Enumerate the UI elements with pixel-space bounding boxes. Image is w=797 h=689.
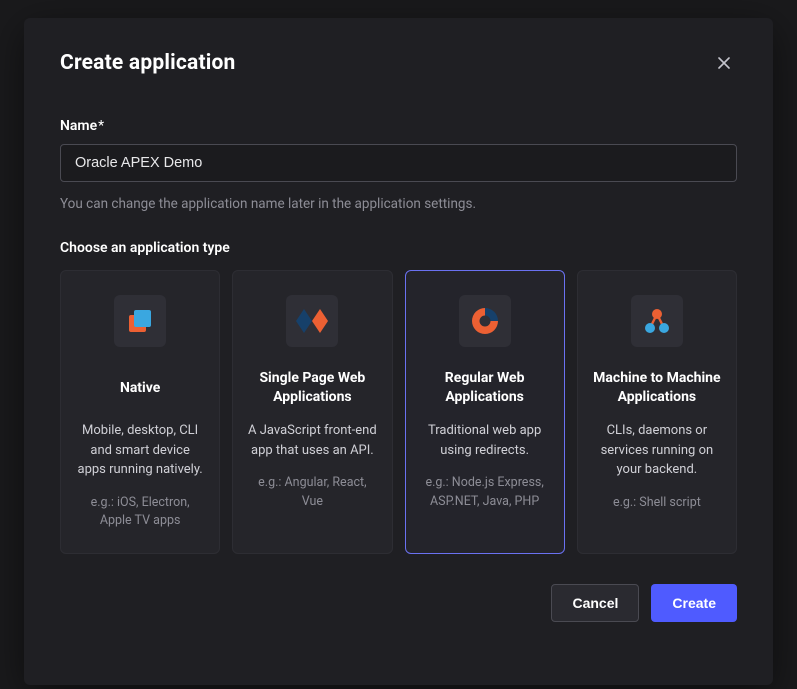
- app-type-cards: Native Mobile, desktop, CLI and smart de…: [60, 270, 737, 554]
- card-desc: A JavaScript front-end app that uses an …: [247, 421, 377, 460]
- card-example: e.g.: Node.js Express, ASP.NET, Java, PH…: [420, 474, 550, 512]
- card-title: Single Page Web Applications: [247, 369, 377, 407]
- card-title: Machine to Machine Applications: [592, 369, 722, 407]
- card-example: e.g.: Angular, React, Vue: [247, 474, 377, 512]
- close-icon: [718, 57, 730, 69]
- app-type-label: Choose an application type: [60, 240, 737, 256]
- cancel-button[interactable]: Cancel: [551, 584, 639, 622]
- card-title: Regular Web Applications: [420, 369, 550, 407]
- required-marker: *: [98, 118, 104, 134]
- name-helper-text: You can change the application name late…: [60, 196, 737, 212]
- modal-title: Create application: [60, 51, 236, 75]
- native-icon: [114, 295, 166, 347]
- close-button[interactable]: [711, 50, 737, 76]
- card-desc: Traditional web app using redirects.: [420, 421, 550, 460]
- card-example: e.g.: Shell script: [613, 494, 701, 513]
- card-desc: Mobile, desktop, CLI and smart device ap…: [75, 421, 205, 480]
- app-type-card-native[interactable]: Native Mobile, desktop, CLI and smart de…: [60, 270, 220, 554]
- name-label: Name*: [60, 118, 737, 134]
- create-button[interactable]: Create: [651, 584, 737, 622]
- app-type-card-regular-web[interactable]: Regular Web Applications Traditional web…: [405, 270, 565, 554]
- m2m-icon: [631, 295, 683, 347]
- modal-header: Create application: [60, 50, 737, 76]
- card-example: e.g.: iOS, Electron, Apple TV apps: [75, 494, 205, 532]
- create-application-modal: Create application Name* You can change …: [24, 18, 773, 685]
- name-label-text: Name: [60, 118, 97, 134]
- regular-web-icon: [459, 295, 511, 347]
- app-type-card-spa[interactable]: Single Page Web Applications A JavaScrip…: [232, 270, 392, 554]
- app-type-card-m2m[interactable]: Machine to Machine Applications CLIs, da…: [577, 270, 737, 554]
- card-desc: CLIs, daemons or services running on you…: [592, 421, 722, 480]
- name-input[interactable]: [60, 144, 737, 182]
- modal-footer: Cancel Create: [60, 584, 737, 622]
- spa-icon: [286, 295, 338, 347]
- card-title: Native: [120, 369, 160, 407]
